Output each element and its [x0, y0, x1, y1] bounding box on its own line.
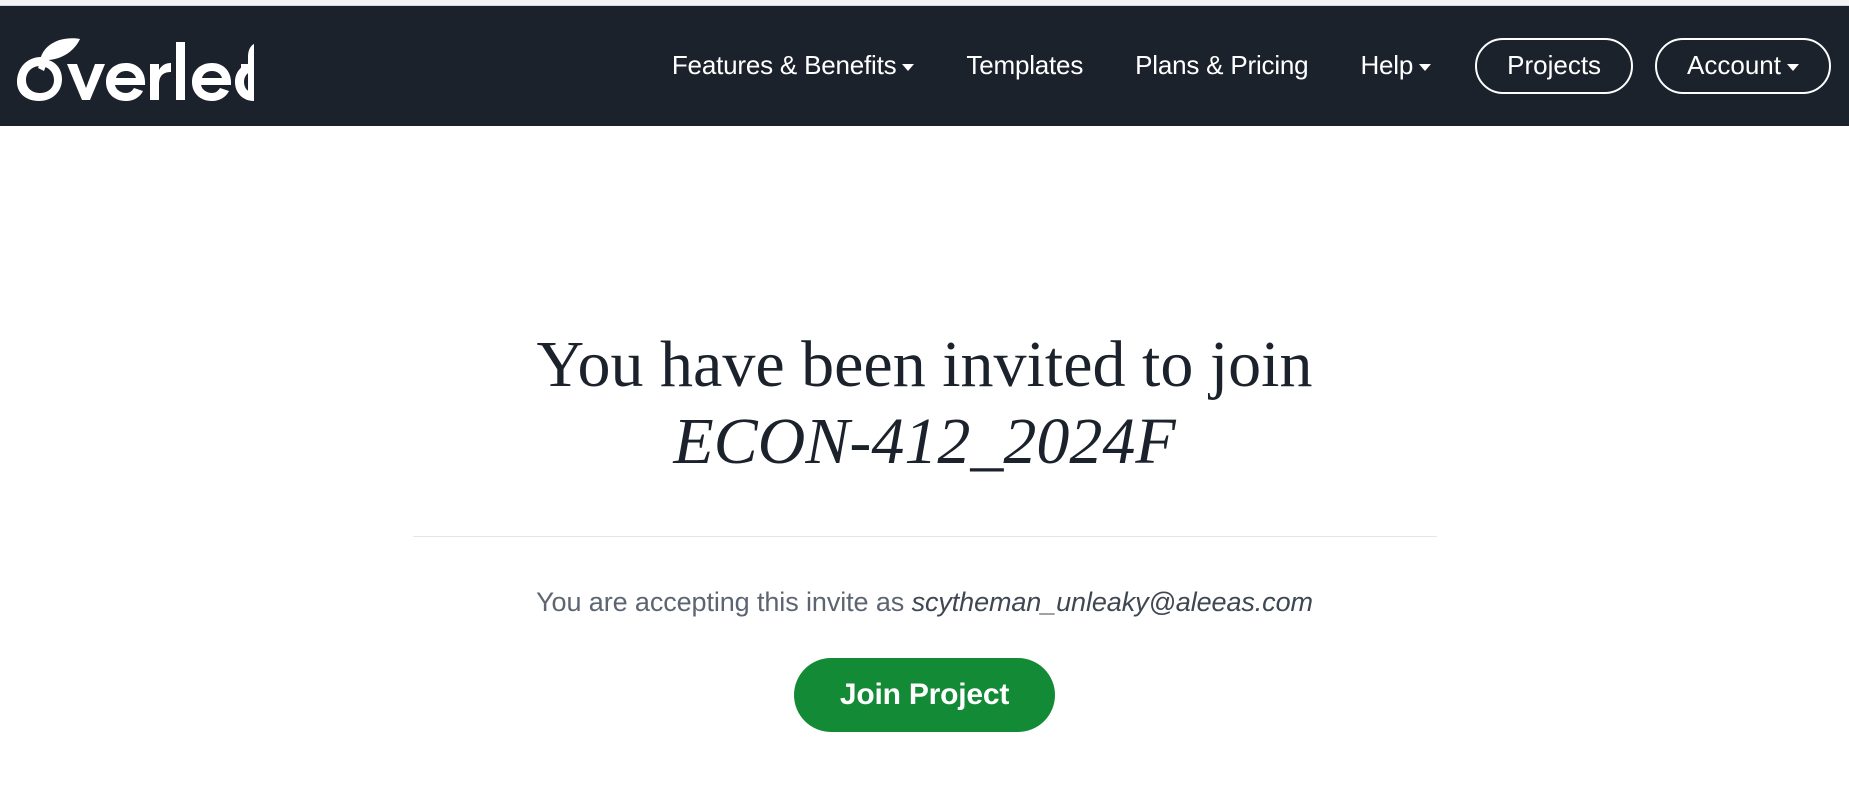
- nav-item-help[interactable]: Help: [1334, 40, 1457, 91]
- projects-button[interactable]: Projects: [1475, 38, 1634, 94]
- chevron-down-icon: [1419, 64, 1432, 72]
- account-menu-button[interactable]: Account: [1655, 38, 1831, 94]
- nav-item-label: Plans & Pricing: [1135, 50, 1309, 81]
- nav-item-label: Templates: [966, 50, 1084, 81]
- invite-page-main: You have been invited to join ECON-412_2…: [0, 126, 1849, 733]
- nav-item-label: Help: [1360, 50, 1414, 81]
- nav-item-label: Features & Benefits: [671, 50, 897, 81]
- page-title: You have been invited to join ECON-412_2…: [413, 326, 1437, 480]
- project-name: ECON-412_2024F: [673, 405, 1176, 479]
- invite-card: You have been invited to join ECON-412_2…: [412, 326, 1437, 733]
- navbar-links: Features & Benefits Templates Plans & Pr…: [646, 38, 1831, 94]
- overleaf-logo-link[interactable]: [14, 30, 254, 102]
- chevron-down-icon: [1787, 64, 1799, 72]
- nav-item-plans-pricing[interactable]: Plans & Pricing: [1109, 40, 1334, 91]
- divider: [412, 536, 1437, 538]
- invite-heading-line: You have been invited to join: [536, 328, 1313, 401]
- overleaf-leaf-logo-icon: [14, 30, 254, 102]
- accepting-as-text: You are accepting this invite as scythem…: [413, 587, 1437, 618]
- nav-item-features-benefits[interactable]: Features & Benefits: [646, 40, 941, 91]
- invitee-email: scytheman_unleaky@aleeas.com: [911, 587, 1313, 618]
- site-navbar: Features & Benefits Templates Plans & Pr…: [0, 6, 1849, 126]
- account-button-label: Account: [1687, 50, 1781, 81]
- projects-button-label: Projects: [1507, 50, 1602, 81]
- join-project-button[interactable]: Join Project: [793, 658, 1056, 733]
- join-button-wrap: Join Project: [413, 658, 1437, 733]
- nav-item-templates[interactable]: Templates: [940, 40, 1109, 91]
- chevron-down-icon: [902, 64, 915, 72]
- accepting-as-prefix: You are accepting this invite as: [536, 587, 905, 618]
